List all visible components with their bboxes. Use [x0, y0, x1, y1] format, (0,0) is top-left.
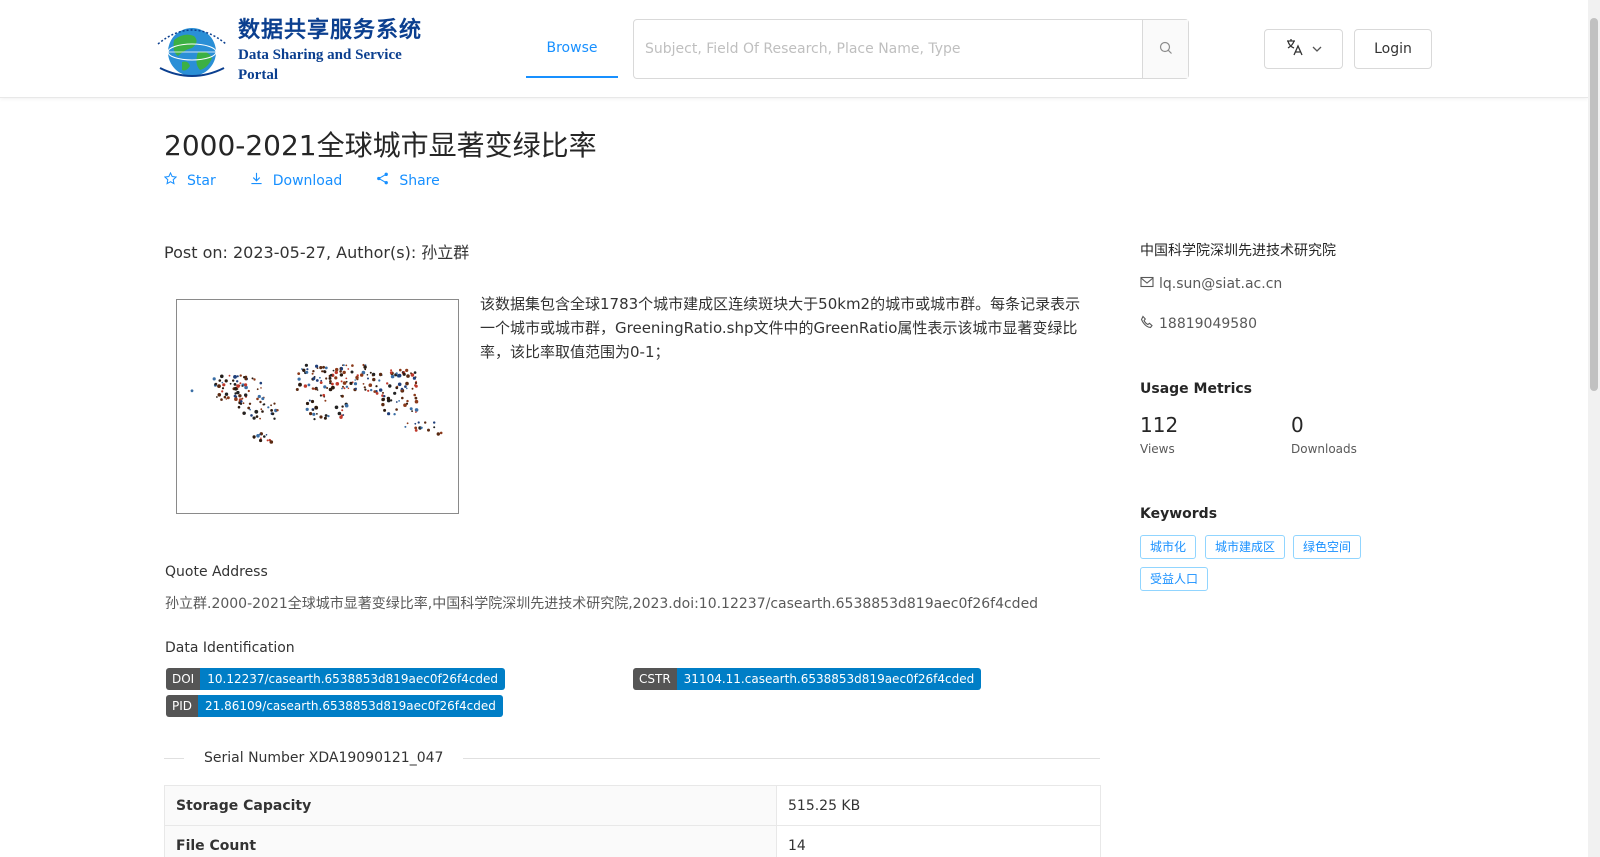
data-identification-label: Data Identification	[165, 640, 295, 656]
chevron-down-icon	[1311, 40, 1323, 59]
nav-browse-tab[interactable]: Browse	[526, 20, 618, 78]
star-button[interactable]: Star	[163, 171, 216, 189]
serial-number-divider: Serial Number XDA19090121_047	[164, 744, 1100, 772]
table-cell-value: 515.25 KB	[776, 785, 1101, 826]
page-scrollbar[interactable]	[1588, 0, 1600, 857]
logo-title-cn: 数据共享服务系统	[238, 18, 423, 43]
search-icon	[1159, 40, 1173, 59]
views-label: Views	[1140, 442, 1175, 456]
usage-metrics-heading: Usage Metrics	[1140, 381, 1252, 397]
downloads-count: 0	[1291, 413, 1304, 437]
table-cell-key: File Count	[164, 825, 777, 857]
dataset-actions: Star Download Share	[163, 171, 474, 189]
doi-badge-value: 10.12237/casearth.6538853d819aec0f26f4cd…	[200, 668, 506, 690]
cstr-badge-key: CSTR	[633, 668, 677, 690]
phone-icon	[1140, 315, 1154, 333]
pid-badge-value: 21.86109/casearth.6538853d819aec0f26f4cd…	[198, 695, 503, 717]
language-dropdown[interactable]	[1264, 29, 1343, 69]
contact-email[interactable]: lq.sun@siat.ac.cn	[1140, 276, 1282, 292]
phone-text: 18819049580	[1159, 316, 1257, 332]
login-button[interactable]: Login	[1354, 29, 1432, 69]
star-icon	[163, 171, 187, 189]
doi-badge[interactable]: DOI 10.12237/casearth.6538853d819aec0f26…	[166, 668, 506, 690]
quote-address-label: Quote Address	[165, 564, 268, 580]
table-cell-key: Storage Capacity	[164, 785, 777, 826]
keyword-tag[interactable]: 绿色空间	[1293, 535, 1362, 559]
post-date-author: Post on: 2023-05-27, Author(s): 孙立群	[164, 243, 470, 262]
download-button[interactable]: Download	[250, 172, 343, 189]
keyword-tag[interactable]: 城市建成区	[1205, 535, 1286, 559]
globe-logo-icon	[154, 22, 232, 80]
download-icon	[250, 172, 273, 189]
table-row: Storage Capacity 515.25 KB	[164, 785, 1101, 826]
site-logo[interactable]: 数据共享服务系统 Data Sharing and Service Portal	[154, 18, 438, 83]
quote-address-text: 孙立群.2000-2021全球城市显著变绿比率,中国科学院深圳先进技术研究院,2…	[165, 596, 1039, 612]
mail-icon	[1140, 276, 1154, 292]
contact-phone: 18819049580	[1140, 315, 1257, 333]
translate-icon	[1285, 38, 1303, 60]
keyword-tag[interactable]: 城市化	[1140, 535, 1197, 559]
share-label: Share	[399, 172, 440, 189]
scrollbar-thumb[interactable]	[1590, 18, 1598, 391]
star-label: Star	[187, 172, 216, 189]
metadata-table: Storage Capacity 515.25 KB File Count 14	[164, 785, 1101, 857]
downloads-label: Downloads	[1291, 442, 1357, 456]
keywords-heading: Keywords	[1140, 506, 1218, 522]
views-count: 112	[1140, 413, 1179, 437]
logo-title-en: Data Sharing and Service Portal	[238, 47, 402, 83]
pid-badge-key: PID	[166, 695, 199, 717]
download-label: Download	[272, 172, 343, 189]
search-box	[633, 19, 1189, 79]
dataset-description: 该数据集包含全球1783个城市建成区连续斑块大于50km2的城市或城市群。每条记…	[480, 295, 1081, 361]
pid-badge[interactable]: PID 21.86109/casearth.6538853d819aec0f26…	[166, 695, 503, 717]
cstr-badge-value: 31104.11.casearth.6538853d819aec0f26f4cd…	[676, 668, 982, 690]
email-text: lq.sun@siat.ac.cn	[1159, 276, 1283, 292]
top-navigation-bar: 数据共享服务系统 Data Sharing and Service Portal…	[0, 0, 1588, 98]
search-button[interactable]	[1142, 20, 1188, 78]
serial-number: Serial Number XDA19090121_047	[204, 750, 444, 766]
table-row: File Count 14	[164, 825, 1101, 857]
dataset-thumbnail[interactable]	[176, 299, 459, 514]
organization-name: 中国科学院深圳先进技术研究院	[1140, 243, 1336, 259]
doi-badge-key: DOI	[166, 668, 201, 690]
search-input[interactable]	[634, 20, 1142, 78]
keyword-tag[interactable]: 受益人口	[1140, 567, 1209, 591]
cstr-badge[interactable]: CSTR 31104.11.casearth.6538853d819aec0f2…	[633, 668, 982, 690]
world-city-map-image	[190, 363, 443, 444]
share-button[interactable]: Share	[376, 172, 440, 189]
dataset-title: 2000-2021全球城市显著变绿比率	[164, 129, 597, 162]
share-icon	[376, 172, 399, 189]
table-cell-value: 14	[776, 825, 1101, 857]
